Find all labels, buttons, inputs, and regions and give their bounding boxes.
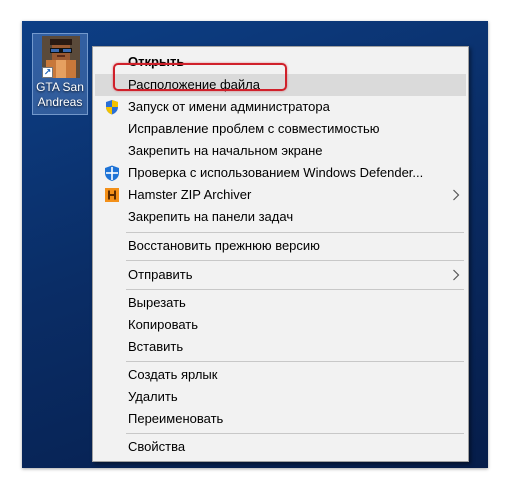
menu-item-create-shortcut[interactable]: Создать ярлык — [95, 364, 466, 386]
menu-item-run-as-admin-label: Запуск от имени администратора — [128, 99, 330, 114]
chevron-right-icon — [453, 189, 460, 201]
menu-item-copy[interactable]: Копировать — [95, 314, 466, 336]
desktop-icon-label-line1: GTA San — [36, 80, 84, 94]
menu-item-pin-start[interactable]: Закрепить на начальном экране — [95, 140, 466, 162]
desktop-icon-label-line2: Andreas — [37, 95, 83, 109]
menu-separator — [126, 232, 464, 233]
menu-item-cut-label: Вырезать — [128, 295, 186, 310]
context-menu: Открыть Расположение файла Запуск от име… — [92, 46, 469, 462]
menu-item-rename[interactable]: Переименовать — [95, 408, 466, 430]
hamster-zip-icon — [105, 188, 119, 202]
menu-item-properties[interactable]: Свойства — [95, 436, 466, 458]
menu-separator — [126, 260, 464, 261]
windows-defender-icon — [105, 165, 119, 181]
menu-item-cut[interactable]: Вырезать — [95, 292, 466, 314]
desktop-icon-label: GTA San Andreas — [33, 80, 87, 110]
menu-item-create-shortcut-label: Создать ярлык — [128, 367, 218, 382]
shortcut-arrow-icon: ↗ — [42, 67, 53, 78]
menu-separator — [126, 433, 464, 434]
menu-item-restore-previous-label: Восстановить прежнюю версию — [128, 238, 320, 253]
menu-item-troubleshoot-label: Исправление проблем с совместимостью — [128, 121, 380, 136]
menu-item-pin-taskbar-label: Закрепить на панели задач — [128, 209, 294, 224]
menu-item-send-to[interactable]: Отправить — [95, 264, 466, 286]
gta-san-andreas-shortcut[interactable]: ↗ GTA San Andreas — [32, 33, 88, 115]
uac-shield-icon — [106, 100, 118, 115]
menu-separator — [126, 289, 464, 290]
menu-item-send-to-label: Отправить — [128, 267, 193, 282]
menu-item-restore-previous[interactable]: Восстановить прежнюю версию — [95, 235, 466, 257]
menu-item-hamster-zip-label: Hamster ZIP Archiver — [128, 187, 252, 202]
menu-separator — [126, 361, 464, 362]
menu-item-troubleshoot[interactable]: Исправление проблем с совместимостью — [95, 118, 466, 140]
menu-item-pin-taskbar[interactable]: Закрепить на панели задач — [95, 206, 466, 228]
menu-item-delete-label: Удалить — [128, 389, 178, 404]
menu-item-properties-label: Свойства — [128, 439, 186, 454]
menu-item-run-as-admin[interactable]: Запуск от имени администратора — [95, 96, 466, 118]
menu-item-hamster-zip[interactable]: Hamster ZIP Archiver — [95, 184, 466, 206]
menu-item-copy-label: Копировать — [128, 317, 198, 332]
highlight-callout — [113, 63, 287, 91]
menu-item-defender-scan-label: Проверка с использованием Windows Defend… — [128, 165, 424, 180]
menu-item-paste-label: Вставить — [128, 339, 184, 354]
menu-item-defender-scan[interactable]: Проверка с использованием Windows Defend… — [95, 162, 466, 184]
menu-item-paste[interactable]: Вставить — [95, 336, 466, 358]
menu-item-rename-label: Переименовать — [128, 411, 224, 426]
chevron-right-icon — [453, 269, 460, 281]
menu-item-delete[interactable]: Удалить — [95, 386, 466, 408]
menu-item-pin-start-label: Закрепить на начальном экране — [128, 143, 323, 158]
